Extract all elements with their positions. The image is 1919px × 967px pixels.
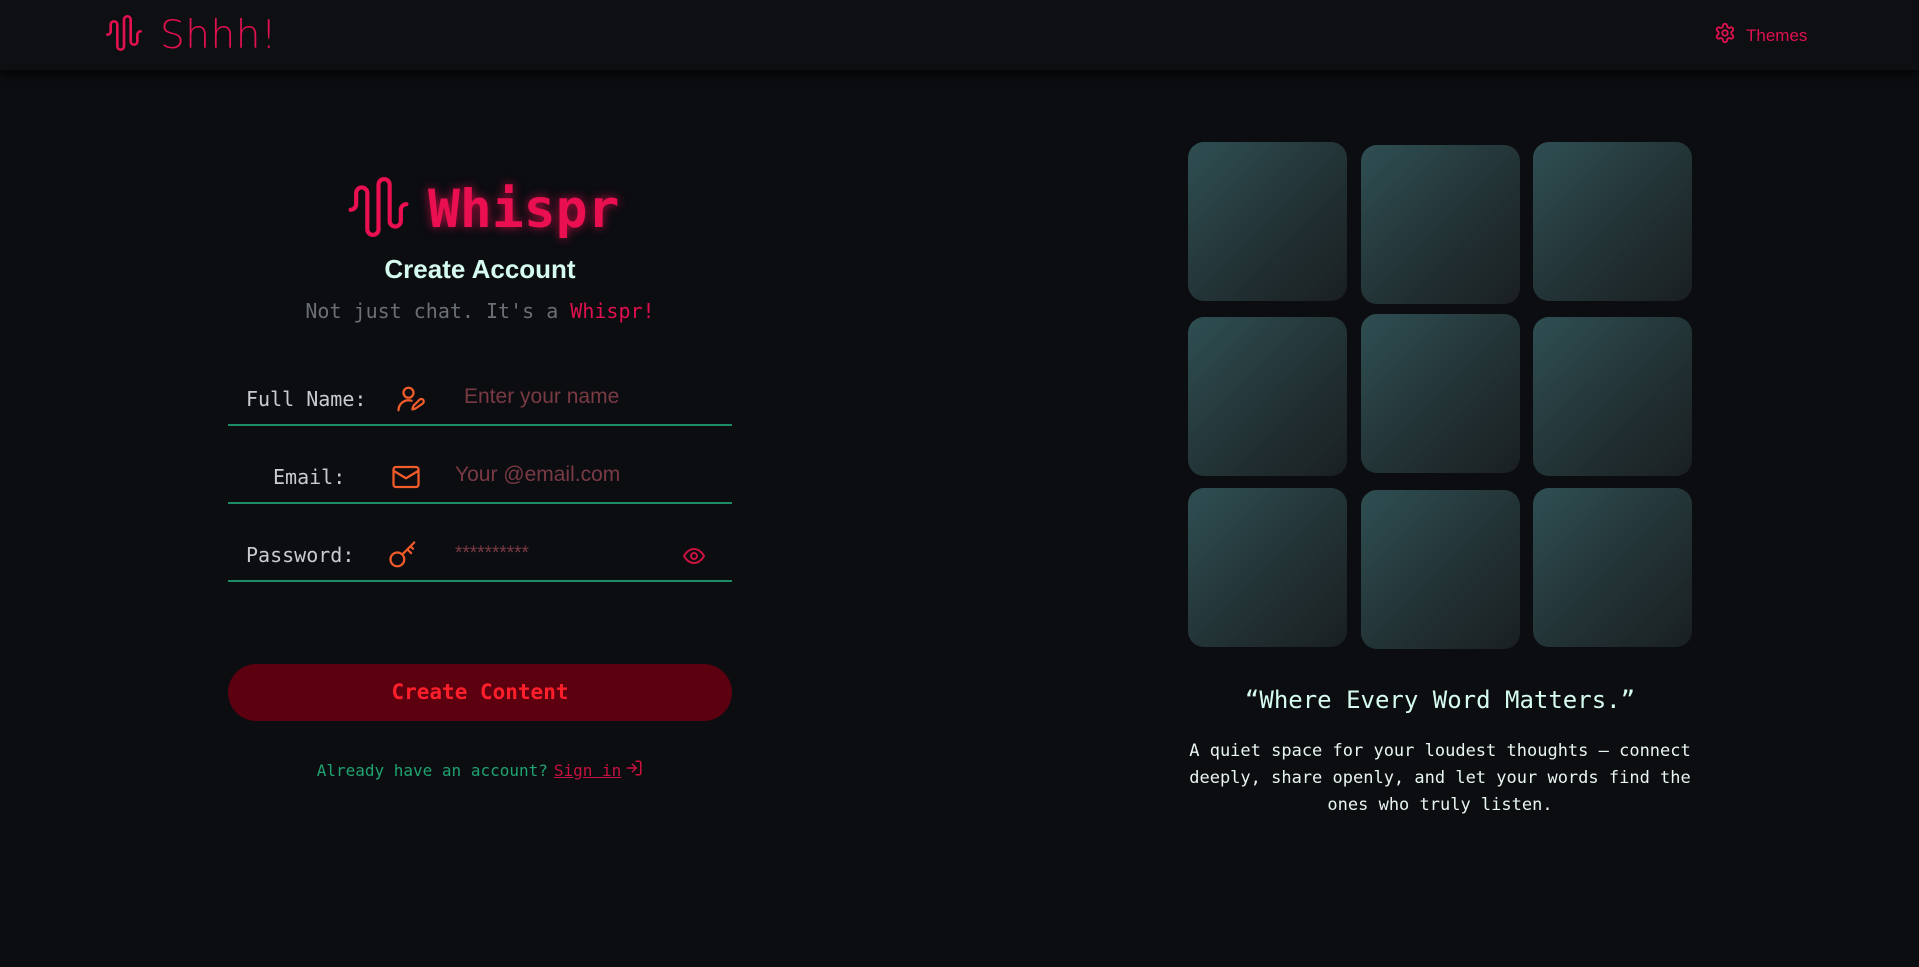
brand-logo[interactable]: Shhh! bbox=[104, 12, 277, 58]
subtitle-text: Not just chat. It's a bbox=[305, 299, 571, 323]
email-field: Email: Your @email.com bbox=[228, 448, 732, 504]
full-name-label: Full Name: bbox=[246, 387, 367, 411]
brand-name: Shhh! bbox=[160, 12, 278, 58]
key-icon bbox=[388, 540, 418, 575]
logo-text: Whispr bbox=[428, 179, 620, 240]
pattern-tile bbox=[1188, 317, 1347, 476]
pattern-tile bbox=[1361, 490, 1520, 649]
description-line: ones who truly listen. bbox=[1327, 795, 1553, 815]
pattern-tile bbox=[1361, 314, 1520, 473]
eye-icon[interactable] bbox=[680, 544, 708, 573]
full-name-input[interactable]: Enter your name bbox=[464, 385, 619, 409]
subtitle-accent: Whispr! bbox=[570, 299, 655, 323]
page-subtitle: Not just chat. It's a Whispr! bbox=[228, 299, 732, 323]
mail-icon bbox=[391, 462, 421, 497]
tagline-quote: “Where Every Word Matters.” bbox=[1244, 686, 1636, 714]
page-title: Create Account bbox=[384, 254, 576, 284]
gear-icon bbox=[1714, 22, 1736, 49]
navbar: Shhh! Themes bbox=[0, 0, 1919, 70]
soundwave-icon bbox=[104, 13, 144, 58]
password-label: Password: bbox=[246, 543, 355, 567]
signin-row: Already have an account? Sign in bbox=[228, 759, 732, 781]
pattern-tile bbox=[1361, 145, 1520, 304]
password-input[interactable]: ********** bbox=[455, 543, 529, 565]
pattern-tile bbox=[1533, 317, 1692, 476]
form-logo: Whispr bbox=[345, 172, 619, 247]
signin-link[interactable]: Sign in bbox=[554, 761, 621, 780]
user-edit-icon bbox=[396, 384, 426, 419]
description-line: A quiet space for your loudest thoughts … bbox=[1189, 741, 1691, 761]
full-name-field: Full Name: Enter your name bbox=[228, 370, 732, 426]
email-input[interactable]: Your @email.com bbox=[455, 463, 620, 487]
pattern-tile bbox=[1533, 142, 1692, 301]
pattern-tile bbox=[1188, 142, 1347, 301]
log-in-icon[interactable] bbox=[621, 759, 643, 781]
password-field: Password: ********** bbox=[228, 526, 732, 582]
pattern-tile bbox=[1533, 488, 1692, 647]
description-line: deeply, share openly, and let your words… bbox=[1189, 768, 1691, 788]
email-label: Email: bbox=[273, 465, 346, 489]
pattern-tile bbox=[1188, 488, 1347, 647]
tagline-description: A quiet space for your loudest thoughts … bbox=[1180, 738, 1700, 819]
create-account-button[interactable]: Create Content bbox=[228, 664, 732, 721]
signin-question: Already have an account? bbox=[316, 760, 548, 780]
soundwave-icon bbox=[345, 172, 412, 247]
themes-button[interactable]: Themes bbox=[1714, 22, 1807, 49]
themes-label: Themes bbox=[1746, 25, 1808, 45]
